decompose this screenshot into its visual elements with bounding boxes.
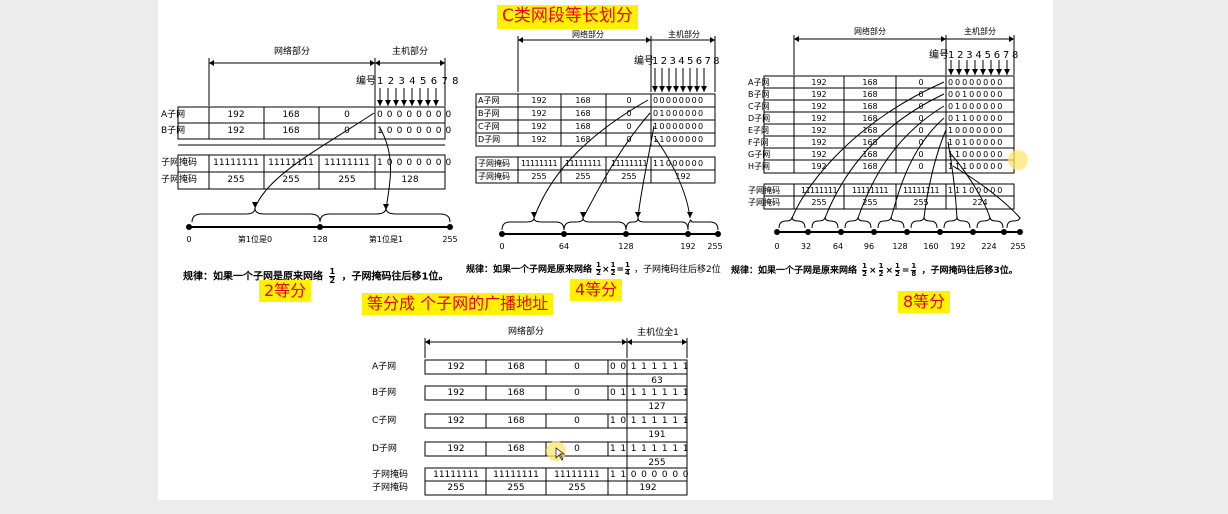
mask-dec-octet4: 192 (639, 483, 657, 493)
broadcast-row-b-octet1: 192 (447, 388, 465, 398)
mask-bits-octet1: 11111111 (433, 470, 479, 480)
slide-canvas: 网络部分 主机部分 编号 1 2 3 4 5 6 7 8 A子网 192 168… (158, 0, 1053, 500)
broadcast-row-b-octet2: 168 (507, 388, 525, 398)
mask-bits-octet4: 1 1 0 0 0 0 0 0 (610, 470, 690, 480)
broadcast-row-b-octet3: 0 (574, 388, 580, 398)
broadcast-row-a-bits: 0 0 1 1 1 1 1 1 (610, 362, 690, 372)
broadcast-row-d-bits: 1 1 1 1 1 1 1 1 (610, 444, 690, 454)
host-all-one-label: 主机位全1 (637, 328, 679, 338)
broadcast-row-d-octet2: 168 (507, 444, 525, 454)
network-part-label: 网络部分 (507, 327, 545, 337)
broadcast-row-a-octet3: 0 (574, 362, 580, 372)
mask-dec-label: 子网掩码 (372, 483, 409, 493)
broadcast-row-a-octet2: 168 (507, 362, 525, 372)
broadcast-row-c-octet2: 168 (507, 416, 525, 426)
broadcast-row-a-octet1: 192 (447, 362, 465, 372)
panel-broadcast: 等分成 个子网的广播地址 网络部分 主机位全1 A子网 192 168 0 0 … (158, 0, 1053, 500)
broadcast-row-b-bits: 0 1 1 1 1 1 1 1 (610, 388, 690, 398)
mask-bits-octet2: 11111111 (493, 470, 539, 480)
mask-dec-octet2: 255 (507, 483, 525, 493)
broadcast-row-c-value: 191 (648, 430, 666, 440)
mask-bits-octet3: 11111111 (554, 470, 600, 480)
mask-dec-octet3: 255 (568, 483, 586, 493)
broadcast-row-c-name: C子网 (372, 416, 397, 426)
broadcast-row-d-octet1: 192 (447, 444, 465, 454)
broadcast-row-b-name: B子网 (372, 388, 397, 398)
broadcast-row-c-bits: 1 0 1 1 1 1 1 1 (610, 416, 690, 426)
broadcast-row-c-octet1: 192 (447, 416, 465, 426)
mask-bits-label: 子网掩码 (372, 470, 409, 480)
broadcast-row-a-value: 63 (651, 376, 663, 386)
broadcast-row-b-value: 127 (648, 402, 666, 412)
broadcast-row-d-name: D子网 (372, 444, 397, 454)
broadcast-lines (424, 338, 688, 496)
mask-dec-octet1: 255 (447, 483, 465, 493)
broadcast-row-d-octet3: 0 (574, 444, 580, 454)
broadcast-row-a-name: A子网 (372, 362, 397, 372)
broadcast-row-c-octet3: 0 (574, 416, 580, 426)
broadcast-row-d-value: 255 (648, 458, 666, 468)
